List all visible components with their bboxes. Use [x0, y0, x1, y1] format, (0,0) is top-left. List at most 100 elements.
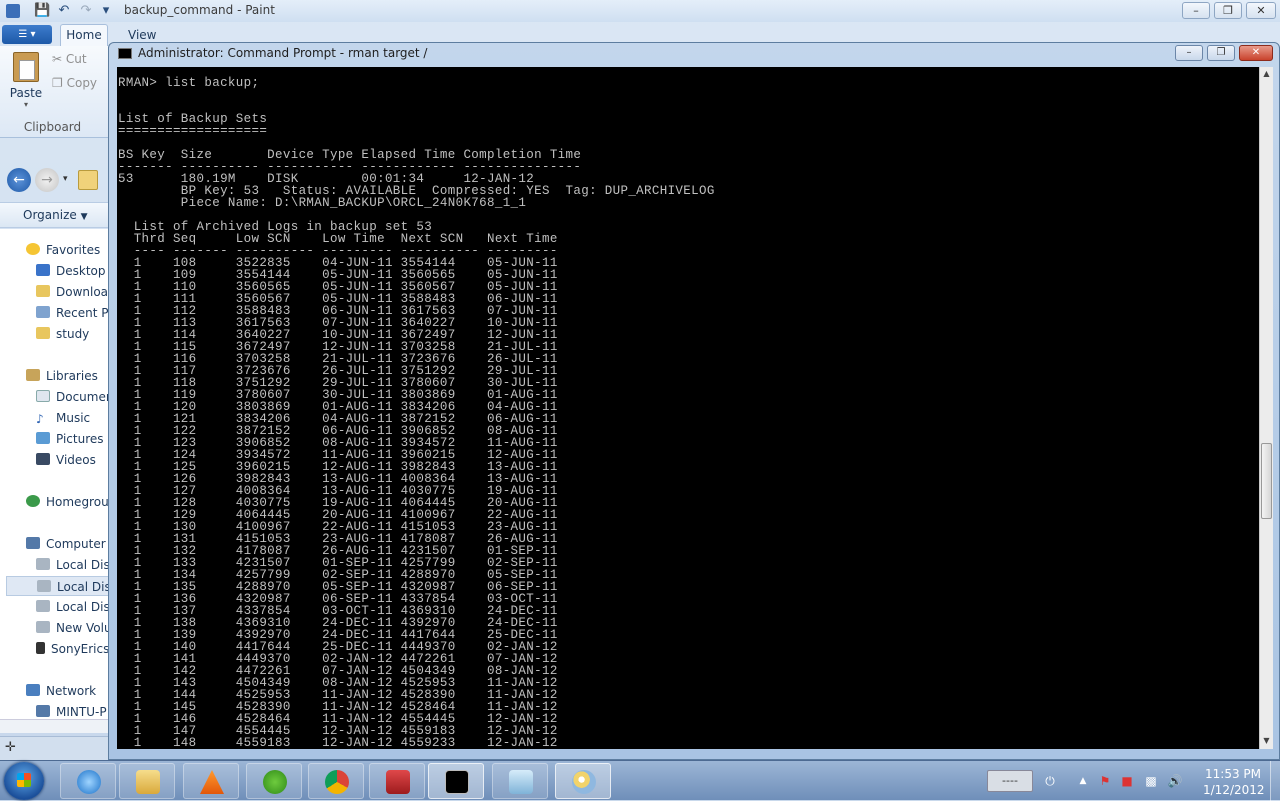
ribbon-group-clipboard: Clipboard [23, 120, 82, 134]
history-dropdown-icon[interactable]: ▾ [63, 174, 68, 184]
scrollbar-thumb[interactable] [1261, 443, 1272, 519]
crosshair-icon: ✛ [5, 740, 16, 755]
nav-item-study[interactable]: study [36, 327, 89, 341]
start-button[interactable] [4, 762, 44, 800]
file-explorer-icon [136, 770, 160, 794]
cmd-maximize-button[interactable]: ❐ [1207, 45, 1235, 61]
nav-item-downloads[interactable]: Download [36, 285, 110, 299]
nav-item-local-disk-3[interactable]: Local Disk [36, 600, 110, 614]
cmd-window-title: Administrator: Command Prompt - rman tar… [138, 46, 428, 60]
cut-label: Cut [65, 52, 87, 66]
utorrent-icon [263, 770, 287, 794]
folder-icon [36, 327, 50, 339]
tab-home[interactable]: Home [60, 24, 108, 46]
console-output[interactable]: RMAN> list backup; List of Backup Sets =… [117, 67, 1259, 749]
taskbar-paint[interactable] [555, 763, 611, 799]
nav-item-local-disk-1[interactable]: Local Disk [36, 558, 110, 572]
organize-button[interactable]: Organize ▼ [23, 208, 88, 222]
nav-label: Download [56, 285, 110, 299]
copy-button[interactable]: ❐ Copy [52, 76, 97, 90]
navigation-pane: Favorites Desktop Download Recent Pl stu… [0, 229, 110, 719]
paint-maximize-button[interactable]: ❐ [1214, 2, 1242, 19]
redo-icon[interactable]: ↷ [78, 3, 94, 19]
nav-pane-horizontal-scrollbar[interactable] [0, 719, 110, 733]
clock-time[interactable]: 11:53 PM [1205, 767, 1261, 781]
taskbar-command-prompt[interactable] [428, 763, 484, 799]
back-button[interactable]: ← [7, 168, 31, 192]
recent-places-icon [36, 306, 50, 318]
nav-label: Desktop [56, 264, 106, 278]
system-tray: ---- ⏻ ▲ ⚑ ■ ▩ 🔊 11:53 PM 1/12/2012 [975, 761, 1280, 801]
internet-explorer-icon [77, 770, 101, 794]
computer-icon [36, 705, 50, 717]
clock-date[interactable]: 1/12/2012 [1203, 783, 1265, 797]
forward-button[interactable]: → [35, 168, 59, 192]
nav-item-desktop[interactable]: Desktop [36, 264, 106, 278]
taskbar-utorrent[interactable] [246, 763, 302, 799]
nav-item-new-volume[interactable]: New Volu [36, 621, 110, 635]
nav-item-computer[interactable]: Computer [26, 537, 106, 551]
nav-item-libraries[interactable]: Libraries [26, 369, 98, 383]
nav-item-recent-places[interactable]: Recent Pl [36, 306, 110, 320]
save-icon[interactable]: 💾 [34, 3, 50, 19]
folder-icon [78, 170, 98, 190]
taskbar-file-explorer[interactable] [119, 763, 175, 799]
organize-label: Organize [23, 208, 77, 222]
volume-icon[interactable]: 🔊 [1167, 773, 1183, 789]
taskbar-chrome[interactable] [308, 763, 364, 799]
network-signal-icon[interactable]: ▩ [1143, 773, 1159, 789]
nav-item-documents[interactable]: Documen [36, 390, 110, 404]
taskbar-toolbox[interactable] [369, 763, 425, 799]
paste-button[interactable]: Paste ▾ [6, 50, 46, 112]
nav-item-videos[interactable]: Videos [36, 453, 96, 467]
copy-icon: ❐ [52, 76, 63, 90]
nav-label: Libraries [46, 369, 98, 383]
nav-label: Videos [56, 453, 96, 467]
taskbar-internet-explorer[interactable] [60, 763, 116, 799]
nav-item-pictures[interactable]: Pictures [36, 432, 104, 446]
paint-close-button[interactable]: ✕ [1246, 2, 1276, 19]
disk-icon [37, 580, 51, 592]
input-indicator[interactable]: ---- [987, 770, 1033, 792]
nav-item-network[interactable]: Network [26, 684, 96, 698]
pictures-icon [36, 432, 50, 444]
console-vertical-scrollbar[interactable]: ▲ ▼ [1259, 67, 1273, 749]
nav-item-local-disk-2[interactable]: Local Disk [6, 576, 110, 596]
scroll-up-icon[interactable]: ▲ [1260, 67, 1273, 81]
cut-button[interactable]: ✂ Cut [52, 52, 87, 66]
libraries-icon [26, 369, 40, 381]
nav-item-music[interactable]: ♪ Music [36, 411, 90, 425]
nav-label: Computer [46, 537, 106, 551]
dropdown-icon[interactable]: ▾ [98, 3, 114, 19]
paint-window-title: backup_command - Paint [124, 3, 275, 17]
scissors-icon: ✂ [52, 52, 63, 66]
scroll-down-icon[interactable]: ▼ [1260, 734, 1273, 748]
star-icon [26, 243, 40, 255]
clipboard-icon [13, 52, 39, 82]
action-center-icon[interactable]: ⚑ [1097, 773, 1113, 789]
power-plug-icon[interactable]: ⏻ [1042, 773, 1058, 789]
tab-view[interactable]: View [128, 28, 156, 42]
undo-icon[interactable]: ↶ [56, 3, 72, 19]
paint-app-icon[interactable] [6, 4, 20, 18]
taskbar-vlc[interactable] [183, 763, 239, 799]
chrome-icon [325, 770, 349, 794]
show-hidden-icons-icon[interactable]: ▲ [1075, 773, 1091, 789]
network-icon [26, 684, 40, 696]
nav-label: study [56, 327, 90, 341]
cmd-titlebar[interactable]: Administrator: Command Prompt - rman tar… [109, 43, 1279, 65]
cmd-close-button[interactable]: ✕ [1239, 45, 1273, 61]
cmd-minimize-button[interactable]: – [1175, 45, 1203, 61]
organize-bar: Organize ▼ [0, 202, 110, 228]
nav-item-homegroup[interactable]: Homegroup [26, 495, 110, 509]
paint-minimize-button[interactable]: – [1182, 2, 1210, 19]
nav-item-sonyericsson[interactable]: SonyErics [36, 642, 109, 656]
nav-item-mintu-pc[interactable]: MINTU-P [36, 705, 107, 719]
copy-label: Copy [66, 76, 98, 90]
paint-menu-button[interactable]: ☰ ▾ [2, 25, 52, 44]
security-icon[interactable]: ■ [1119, 773, 1135, 789]
computer-icon [26, 537, 40, 549]
taskbar-notepad[interactable] [492, 763, 548, 799]
show-desktop-button[interactable] [1270, 761, 1280, 801]
nav-item-favorites[interactable]: Favorites [26, 243, 100, 257]
